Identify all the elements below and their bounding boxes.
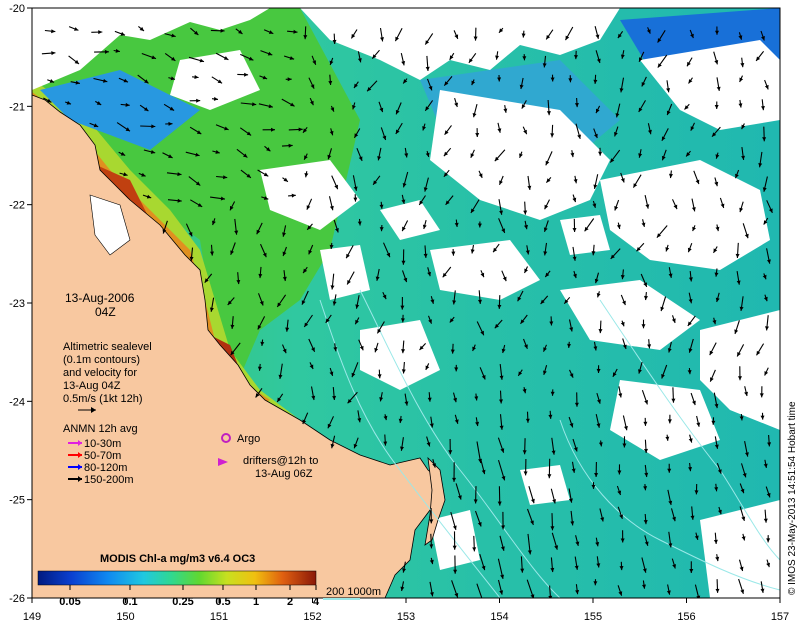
latitude-axis: -20 -21 -22 -23 -24 -25 -26 [9, 3, 32, 605]
anmn-item-label: 50-70m [84, 450, 121, 462]
drifters-line-2: 13-Aug 06Z [255, 468, 313, 480]
lon-tick-label: 151 [210, 611, 228, 623]
colorbar-tick-label: 2 [287, 596, 293, 608]
timestamp-date: 13-Aug-2006 [65, 291, 135, 305]
anmn-item-label: 150-200m [84, 474, 134, 486]
colorbar-tick-label: 4 [313, 596, 320, 608]
lon-tick-label: 154 [490, 611, 508, 623]
lat-tick-label: -24 [9, 396, 25, 408]
anmn-item-label: 80-120m [84, 462, 127, 474]
drifters-line-1: drifters@12h to [243, 455, 318, 467]
lon-tick-label: 155 [584, 611, 602, 623]
anmn-title: ANMN 12h avg [63, 423, 138, 435]
depth-contour-label: 200 1000m [326, 586, 381, 598]
velocity-arrow-head [480, 599, 484, 603]
argo-label: Argo [237, 433, 260, 445]
lon-tick-label: 157 [771, 611, 789, 623]
colorbar-tick-label: 1 [253, 596, 259, 608]
colorbar-tick-label: 0.25 [172, 596, 193, 608]
lon-tick-label: 153 [397, 611, 415, 623]
timestamp-time: 04Z [95, 305, 116, 319]
lat-tick-label: -25 [9, 495, 25, 507]
lon-tick-label: 150 [116, 611, 134, 623]
colorbar-tick-label: 0.05 [59, 596, 80, 608]
lat-tick-label: -22 [9, 200, 25, 212]
colorbar-tick-label: 0.1 [122, 596, 137, 608]
lat-tick-label: -23 [9, 298, 25, 310]
lat-tick-label: -26 [9, 593, 25, 605]
map-area [32, 8, 780, 603]
colorbar-title: MODIS Chl-a mg/m3 v6.4 OC3 [100, 553, 255, 565]
imos-credit: © IMOS 23-May-2013 14:51:54 Hobart time [787, 401, 798, 595]
anmn-item-label: 10-30m [84, 438, 121, 450]
lat-tick-label: -21 [9, 101, 25, 113]
colorbar-tick-label: 0.5 [215, 596, 230, 608]
lat-tick-label: -20 [9, 3, 25, 15]
sealevel-line-1: Altimetric sealevel [63, 341, 152, 353]
colorbar-gradient [37, 570, 317, 586]
lon-tick-label: 149 [23, 611, 41, 623]
lon-tick-label: 152 [303, 611, 321, 623]
sealevel-line-2: (0.1m contours) [63, 354, 140, 366]
sealevel-line-5: 0.5m/s (1kt 12h) [63, 393, 142, 405]
chlorophyll-map: 149 150 151 152 153 154 155 156 157 -20 -21 -22 -23… [9, 3, 798, 623]
longitude-axis: 149 150 151 152 153 154 155 156 157 [23, 598, 789, 623]
sealevel-line-4: 13-Aug 04Z [63, 380, 121, 392]
sealevel-line-3: and velocity for [63, 367, 137, 379]
lon-tick-label: 156 [677, 611, 695, 623]
